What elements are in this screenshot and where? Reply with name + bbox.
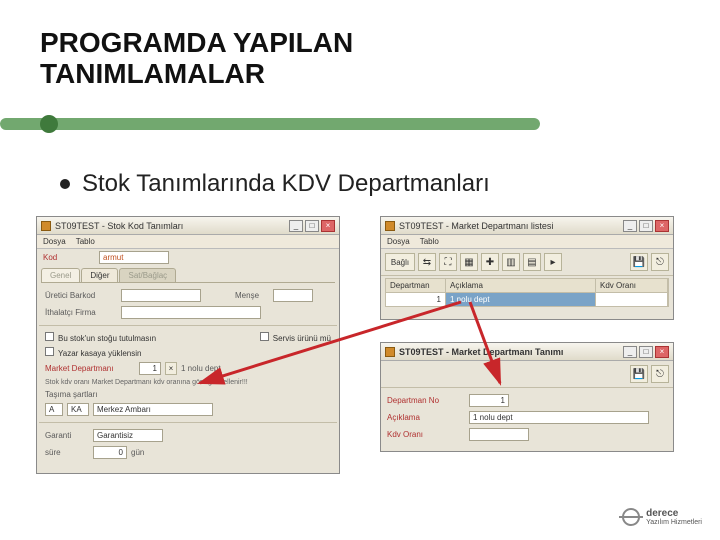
save-icon[interactable]: 💾 <box>630 253 648 271</box>
label-market-dep: Market Departmanı <box>45 364 135 373</box>
menu-dosya[interactable]: Dosya <box>43 237 66 246</box>
slide-title: PROGRAMDA YAPILAN TANIMLAMALAR <box>40 28 353 90</box>
tab-diger[interactable]: Diğer <box>81 268 118 282</box>
app-icon <box>385 221 395 231</box>
garanti-input[interactable]: Garantisiz <box>93 429 163 442</box>
window-stok-kod: ST09TEST - Stok Kod Tanımları _ □ × Dosy… <box>36 216 340 474</box>
bullet-text: Stok Tanımlarında KDV Departmanları <box>82 170 490 198</box>
window-title: ST09TEST - Market Departmanı listesi <box>399 221 619 231</box>
dep-text: 1 nolu dept <box>181 364 221 373</box>
tab-bar: Genel Diğer Sat/Bağlaç <box>41 268 335 283</box>
label-kdv: Kdv Oranı <box>387 430 465 439</box>
logo-sub: Yazılım Hizmetleri <box>646 519 702 526</box>
cell-dep: 1 <box>386 293 446 306</box>
label-aciklama: Açıklama <box>387 413 465 422</box>
label-uretici: Üretici Barkod <box>45 291 117 300</box>
toolbar: 💾 ⎋ <box>381 361 673 388</box>
label-depno: Departman No <box>387 396 465 405</box>
cell-kdv <box>596 293 668 306</box>
checkbox2[interactable]: Servis ürünü mü <box>260 332 331 343</box>
close-button[interactable]: × <box>655 220 669 232</box>
kod-input[interactable]: armut <box>99 251 169 264</box>
checkbox1[interactable]: Bu stok'un stoğu tutulmasın <box>45 332 156 343</box>
window-dep-list: ST09TEST - Market Departmanı listesi _ □… <box>380 216 674 320</box>
maximize-button[interactable]: □ <box>639 346 653 358</box>
toolbar-btn-4[interactable]: ✚ <box>481 253 499 271</box>
col-departman: Departman <box>386 279 446 292</box>
sure-unit: gün <box>131 448 144 457</box>
mense-input[interactable] <box>273 289 313 302</box>
title-line2: TANIMLAMALAR <box>40 58 265 89</box>
minimize-button[interactable]: _ <box>289 220 303 232</box>
titlebar[interactable]: ST09TEST - Market Departmanı Tanımı _ □ … <box>381 343 673 361</box>
aciklama-input[interactable]: 1 nolu dept <box>469 411 649 424</box>
window-title: ST09TEST - Market Departmanı Tanımı <box>399 347 619 357</box>
exit-icon[interactable]: ⎋ <box>651 253 669 271</box>
cell-merkez[interactable]: Merkez Ambarı <box>93 403 213 416</box>
toolbar-btn-3[interactable]: ▦ <box>460 253 478 271</box>
cell-desc: 1 nolu dept <box>446 293 596 306</box>
tab-satbaglac[interactable]: Sat/Bağlaç <box>119 268 176 282</box>
titlebar[interactable]: ST09TEST - Market Departmanı listesi _ □… <box>381 217 673 235</box>
depno-input[interactable]: 1 <box>469 394 509 407</box>
toolbar-btn-1[interactable]: ⇆ <box>418 253 436 271</box>
label-sure: süre <box>45 448 89 457</box>
label-garanti: Garanti <box>45 431 89 440</box>
minimize-button[interactable]: _ <box>623 346 637 358</box>
cell-a[interactable]: A <box>45 403 63 416</box>
label-kod: Kod <box>43 253 95 262</box>
sure-input[interactable]: 0 <box>93 446 127 459</box>
maximize-button[interactable]: □ <box>639 220 653 232</box>
window-title: ST09TEST - Stok Kod Tanımları <box>55 221 285 231</box>
col-kdv: Kdv Oranı <box>596 279 668 292</box>
menu-tablo[interactable]: Tablo <box>76 237 95 246</box>
menubar: Dosya Tablo <box>37 235 339 249</box>
dep-no-input[interactable]: 1 <box>139 362 161 375</box>
label-tasyoma: Taşıma şartları <box>45 390 117 399</box>
bullet-dot <box>60 179 70 189</box>
close-button[interactable]: × <box>655 346 669 358</box>
window-dep-def: ST09TEST - Market Departmanı Tanımı _ □ … <box>380 342 674 452</box>
label-mense: Menşe <box>235 291 269 300</box>
exit-icon[interactable]: ⎋ <box>651 365 669 383</box>
bullet-row: Stok Tanımlarında KDV Departmanları <box>60 170 490 198</box>
menu-dosya[interactable]: Dosya <box>387 237 410 246</box>
ithalatci-input[interactable] <box>121 306 261 319</box>
dep-close-icon[interactable]: × <box>165 362 177 375</box>
kdv-input[interactable] <box>469 428 529 441</box>
table-row[interactable]: 1 1 nolu dept <box>385 293 669 307</box>
title-line1: PROGRAMDA YAPILAN <box>40 27 353 58</box>
label-ithalatci: İthalatçı Firma <box>45 308 117 317</box>
note-text: Stok kdv oranı Market Departmanı kdv ora… <box>45 379 248 386</box>
accent-bar <box>0 118 540 130</box>
accent-dot <box>40 115 58 133</box>
brand-logo: derece Yazılım Hizmetleri <box>620 506 702 528</box>
maximize-button[interactable]: □ <box>305 220 319 232</box>
table-header: Departman Açıklama Kdv Oranı <box>385 278 669 293</box>
toolbar-big-button[interactable]: Bağlı <box>385 253 415 271</box>
logo-name: derece <box>646 508 702 519</box>
titlebar[interactable]: ST09TEST - Stok Kod Tanımları _ □ × <box>37 217 339 235</box>
uretici-input[interactable] <box>121 289 201 302</box>
app-icon <box>41 221 51 231</box>
cell-ka[interactable]: KA <box>67 403 89 416</box>
toolbar: Bağlı ⇆ ⛶ ▦ ✚ ▥ ▤ ▸ 💾 ⎋ <box>381 249 673 276</box>
checkbox3[interactable]: Yazar kasaya yüklensin <box>45 347 141 358</box>
toolbar-btn-7[interactable]: ▸ <box>544 253 562 271</box>
toolbar-btn-2[interactable]: ⛶ <box>439 253 457 271</box>
tab-genel[interactable]: Genel <box>41 268 80 282</box>
close-button[interactable]: × <box>321 220 335 232</box>
save-icon[interactable]: 💾 <box>630 365 648 383</box>
toolbar-btn-5[interactable]: ▥ <box>502 253 520 271</box>
toolbar-btn-6[interactable]: ▤ <box>523 253 541 271</box>
minimize-button[interactable]: _ <box>623 220 637 232</box>
app-icon <box>385 347 395 357</box>
col-aciklama: Açıklama <box>446 279 596 292</box>
menu-tablo[interactable]: Tablo <box>420 237 439 246</box>
logo-mark-icon <box>620 506 642 528</box>
menubar: Dosya Tablo <box>381 235 673 249</box>
